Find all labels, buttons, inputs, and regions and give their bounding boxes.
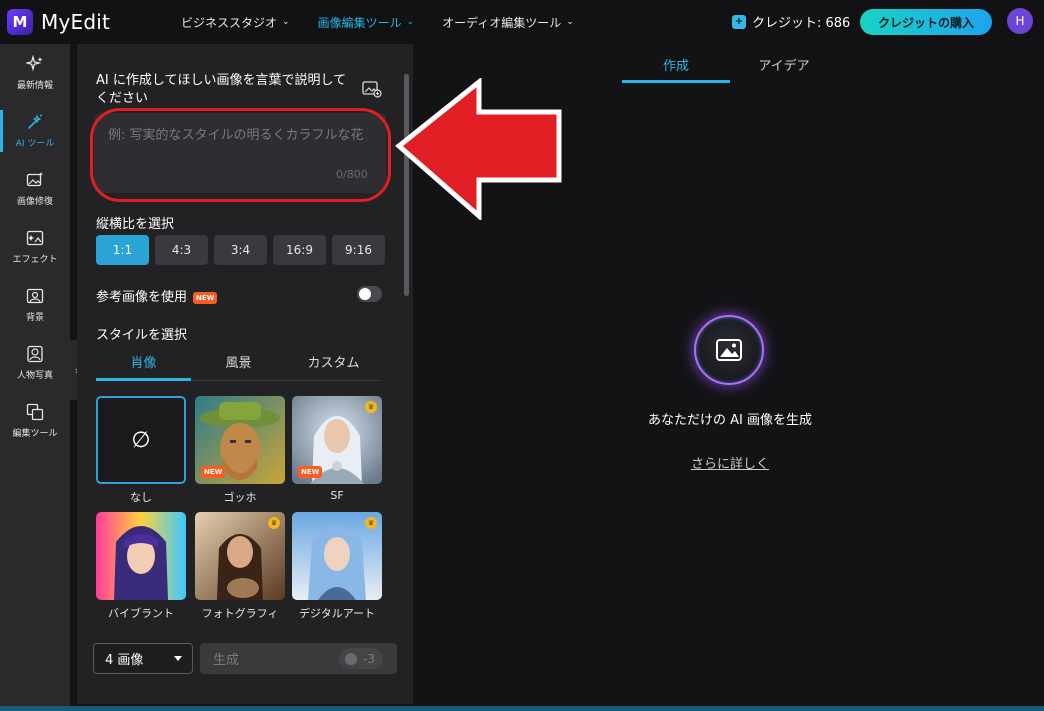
credit-icon: +	[732, 14, 746, 29]
rail-item-background[interactable]: 背景	[0, 276, 70, 334]
app-name: MyEdit	[41, 10, 111, 34]
nav-label: ビジネススタジオ	[181, 15, 278, 30]
ai-image-orb	[694, 315, 764, 385]
toggle-knob	[359, 288, 371, 300]
edit-tools-icon	[26, 403, 44, 421]
tab-custom[interactable]: カスタム	[286, 352, 381, 371]
reference-image-label: 参考画像を使用	[96, 290, 188, 305]
reference-image-toggle[interactable]	[357, 286, 382, 302]
tool-rail: 最新情報 AI ツール 画像修復 エフェクト 背景 人物写真 編集ツール	[0, 44, 70, 711]
learn-more-link[interactable]: さらに詳しく	[630, 453, 830, 472]
rail-item-ai-tools[interactable]: AI ツール	[0, 102, 70, 160]
tab-create[interactable]: 作成	[622, 55, 730, 74]
new-badge: NEW	[193, 291, 218, 304]
rail-label: AI ツール	[15, 139, 55, 149]
credit-icon	[345, 652, 358, 665]
rail-item-news[interactable]: 最新情報	[0, 44, 70, 102]
aspect-option-4-3[interactable]: 4:3	[155, 235, 208, 265]
style-card-label: バイブラント	[108, 607, 174, 620]
style-card-sf[interactable]: NEW ♛	[292, 396, 382, 484]
logo-mark: M	[7, 9, 33, 35]
top-nav: ビジネススタジオ ⌄ 画像編集ツール ⌄ オーディオ編集ツール ⌄	[181, 14, 602, 31]
style-card-label: SF	[330, 489, 344, 502]
style-card-label: なし	[130, 491, 152, 504]
style-card-digital-art[interactable]: ♛	[292, 512, 382, 600]
aspect-option-3-4[interactable]: 3:4	[214, 235, 267, 265]
tab-portrait[interactable]: 肖像	[96, 352, 191, 371]
prompt-title: AI に作成してほしい画像を言葉で説明してください	[96, 73, 347, 106]
sparkles-icon	[26, 55, 43, 72]
new-badge: NEW	[298, 466, 323, 478]
nav-audio-tools[interactable]: オーディオ編集ツール ⌄	[442, 14, 574, 31]
image-upload-icon[interactable]	[362, 80, 382, 98]
image-repair-icon	[26, 172, 43, 187]
new-badge: NEW	[201, 466, 226, 478]
tab-landscape[interactable]: 風景	[191, 352, 286, 371]
style-card-photography[interactable]: ♛	[195, 512, 285, 600]
credit-cost-badge: -3	[339, 648, 383, 669]
portrait-icon	[27, 345, 43, 363]
aspect-option-1-1[interactable]: 1:1	[96, 235, 149, 265]
active-tab-indicator	[96, 378, 191, 381]
top-bar: M MyEdit ビジネススタジオ ⌄ 画像編集ツール ⌄ オーディオ編集ツール…	[0, 0, 1044, 44]
buy-credits-button[interactable]: クレジットの購入	[860, 9, 992, 35]
background-icon	[26, 288, 44, 304]
style-card-none[interactable]: ∅	[96, 396, 186, 484]
empty-state-message: あなただけの AI 画像を生成	[648, 413, 812, 428]
arrow-annotation	[395, 78, 562, 220]
crown-icon: ♛	[365, 401, 377, 413]
aspect-option-16-9[interactable]: 16:9	[273, 235, 326, 265]
rail-label: 編集ツール	[12, 429, 58, 439]
caret-down-icon	[174, 656, 182, 661]
rail-label: 背景	[25, 313, 44, 323]
style-card-van-gogh[interactable]: NEW	[195, 396, 285, 484]
aspect-ratio-label: 縦横比を選択	[96, 217, 175, 232]
crown-icon: ♛	[365, 517, 377, 529]
logo[interactable]: M MyEdit	[7, 9, 167, 35]
style-label: スタイルを選択	[96, 328, 188, 343]
image-count-select[interactable]: 4 画像	[93, 643, 193, 674]
rail-label: 人物写真	[16, 371, 53, 381]
magic-wand-icon	[28, 114, 42, 129]
rail-label: 最新情報	[16, 81, 53, 91]
crown-icon: ♛	[268, 517, 280, 529]
nav-image-tools[interactable]: 画像編集ツール ⌄	[318, 14, 415, 31]
credit-cost: -3	[363, 651, 375, 666]
style-card-label: ゴッホ	[223, 491, 257, 504]
nav-label: オーディオ編集ツール	[442, 15, 562, 30]
none-icon: ∅	[131, 427, 151, 453]
bottom-edge	[0, 706, 1044, 711]
vibrant-portrait-image	[96, 512, 186, 600]
rail-label: エフェクト	[12, 255, 58, 265]
image-count-value: 4 画像	[105, 653, 144, 668]
nav-label: 画像編集ツール	[317, 15, 402, 30]
style-card-vibrant[interactable]	[96, 512, 186, 600]
chevron-down-icon: ⌄	[566, 17, 574, 27]
chevron-down-icon: ⌄	[406, 17, 415, 27]
rail-item-image-repair[interactable]: 画像修復	[0, 160, 70, 218]
rail-label: 画像修復	[16, 197, 53, 207]
style-card-label: フォトグラフィ	[201, 607, 279, 620]
tab-ideas[interactable]: アイデア	[730, 55, 838, 74]
image-icon	[716, 339, 742, 361]
highlight-annotation	[90, 108, 391, 202]
avatar[interactable]: H	[1007, 8, 1033, 34]
credit-balance: + クレジット: 686	[732, 12, 850, 31]
rail-item-effects[interactable]: エフェクト	[0, 218, 70, 276]
style-card-label: デジタルアート	[298, 607, 376, 620]
generate-button[interactable]: 生成 -3	[200, 643, 397, 674]
nav-business-studio[interactable]: ビジネススタジオ ⌄	[181, 14, 290, 31]
reference-image-row: 参考画像を使用 NEW	[96, 286, 218, 305]
app-window: M MyEdit ビジネススタジオ ⌄ 画像編集ツール ⌄ オーディオ編集ツール…	[0, 0, 1044, 711]
chevron-down-icon: ⌄	[282, 17, 290, 27]
generate-label: 生成	[213, 653, 240, 668]
rail-item-edit-tools[interactable]: 編集ツール	[0, 392, 70, 450]
credit-label: クレジット: 686	[752, 16, 851, 31]
rail-item-portrait[interactable]: 人物写真	[0, 334, 70, 392]
aspect-option-9-16[interactable]: 9:16	[332, 235, 385, 265]
effect-icon	[26, 230, 44, 246]
active-tab-indicator	[622, 80, 730, 83]
